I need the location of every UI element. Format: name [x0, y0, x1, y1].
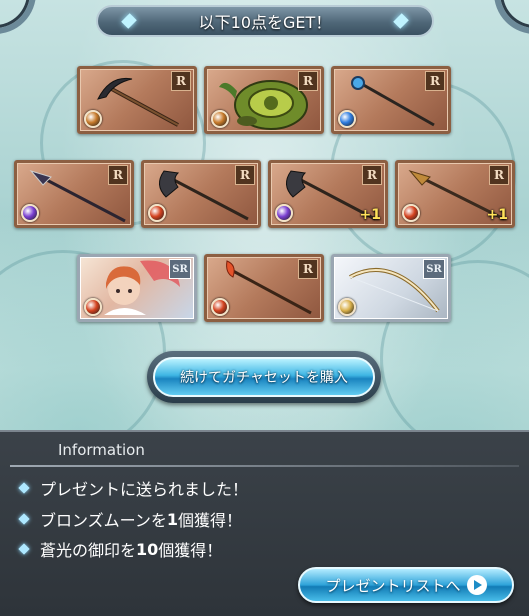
rarity-badge: SR [169, 259, 191, 279]
info-message: プレゼントに送られました！ [18, 477, 248, 499]
element-icon [338, 298, 356, 316]
plus-bonus: +1 [359, 207, 381, 223]
item-card[interactable]: R +1 [268, 160, 388, 228]
rarity-badge: R [235, 165, 255, 185]
gacha-result-screen: 以下10点をGET！ R R R R R R +1 R +1 SR R SR 続… [0, 0, 529, 616]
item-card[interactable]: R [14, 160, 134, 228]
result-title: 以下10点をGET！ [198, 13, 332, 32]
item-card[interactable]: SR [331, 254, 451, 322]
rarity-badge: SR [423, 259, 445, 279]
diamond-bullet-icon [18, 543, 30, 555]
plus-bonus: +1 [486, 207, 508, 223]
element-icon [84, 298, 102, 316]
item-card[interactable]: R [204, 254, 324, 322]
info-message-prefix: ブロンズムーンを [40, 511, 167, 530]
corner-ornament [0, 0, 36, 34]
element-icon [84, 110, 102, 128]
element-icon [338, 110, 356, 128]
diamond-bullet-icon [18, 513, 30, 525]
corner-ornament [494, 0, 529, 34]
result-title-banner: 以下10点をGET！ [96, 5, 434, 37]
rarity-badge: R [171, 71, 191, 91]
rarity-badge: R [298, 259, 318, 279]
element-icon [21, 204, 39, 222]
arrow-right-icon [466, 575, 487, 595]
gem-icon [393, 13, 409, 29]
rarity-badge: R [108, 165, 128, 185]
info-message-prefix: 蒼光の御印を [40, 541, 137, 560]
item-card[interactable]: R [141, 160, 261, 228]
info-message-count: 10 [136, 539, 159, 559]
info-message: 蒼光の御印を 10 個獲得！ [18, 538, 222, 560]
buy-gacha-set-label: 続けてガチャセットを購入 [153, 357, 375, 397]
gem-icon [121, 13, 137, 29]
element-icon [211, 110, 229, 128]
element-icon [402, 204, 420, 222]
present-list-button[interactable]: プレゼントリストへ [298, 567, 514, 603]
divider [10, 465, 519, 467]
info-message-text: プレゼントに送られました！ [40, 480, 249, 499]
item-card[interactable]: SR [77, 254, 197, 322]
item-card[interactable]: R [331, 66, 451, 134]
info-message-count: 1 [166, 509, 179, 529]
item-card[interactable]: R [77, 66, 197, 134]
rarity-badge: R [489, 165, 509, 185]
item-card[interactable]: R [204, 66, 324, 134]
buy-gacha-set-button[interactable]: 続けてガチャセットを購入 [147, 351, 381, 403]
item-card[interactable]: R +1 [395, 160, 515, 228]
diamond-bullet-icon [18, 482, 30, 494]
rarity-badge: R [298, 71, 318, 91]
element-icon [148, 204, 166, 222]
info-message: ブロンズムーンを 1 個獲得！ [18, 508, 242, 530]
rarity-badge: R [425, 71, 445, 91]
element-icon [275, 204, 293, 222]
rarity-badge: R [362, 165, 382, 185]
information-heading: Information [58, 441, 145, 459]
element-icon [211, 298, 229, 316]
present-list-label: プレゼントリストへ [325, 576, 461, 595]
info-message-suffix: 個獲得！ [158, 541, 223, 560]
info-message-suffix: 個獲得！ [178, 511, 243, 530]
